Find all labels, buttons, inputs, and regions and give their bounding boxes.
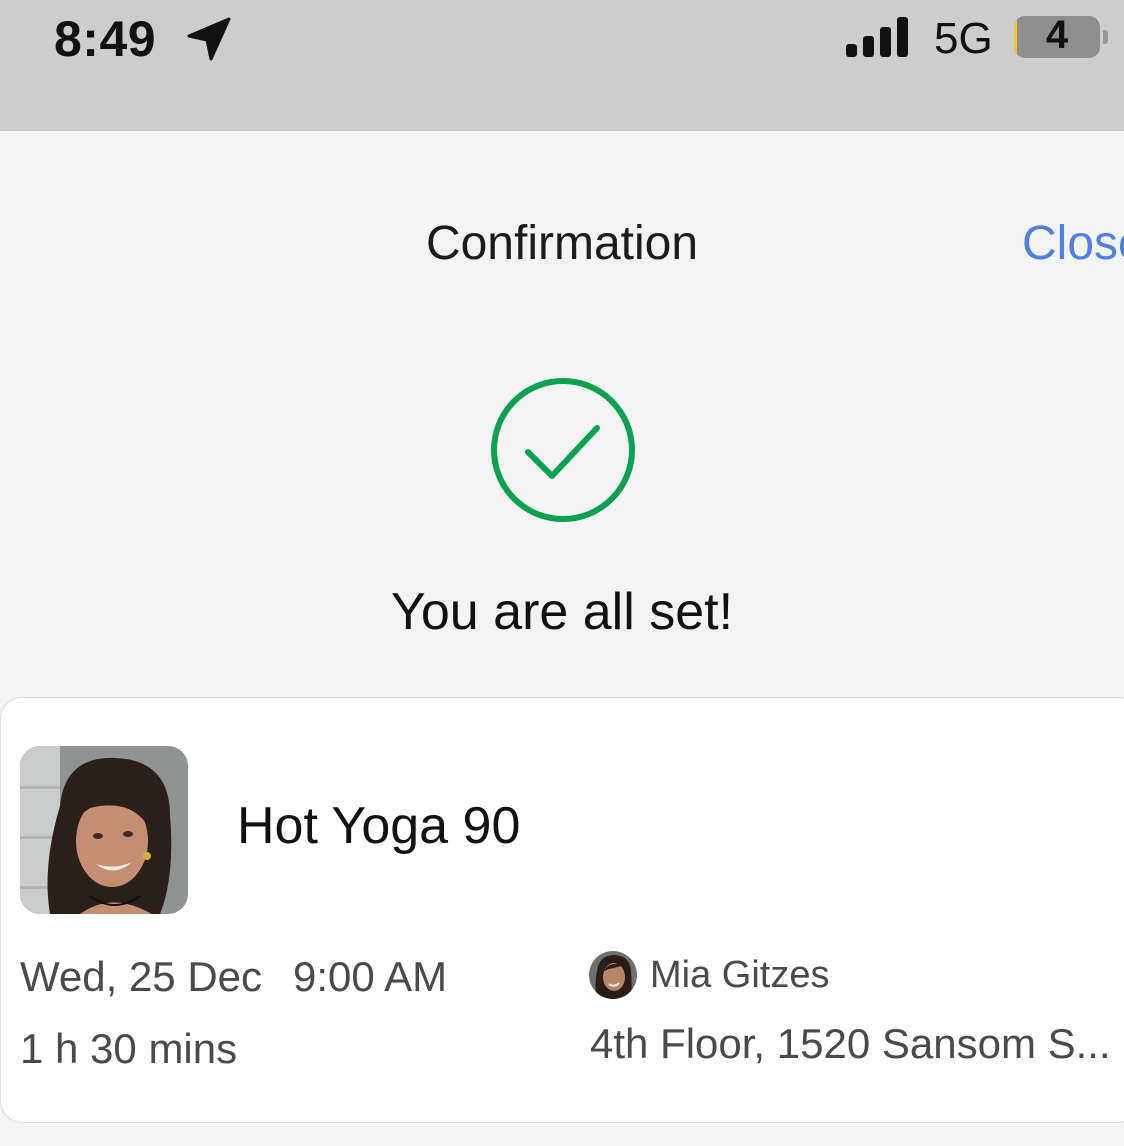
close-button[interactable]: Close xyxy=(1022,216,1124,271)
battery-cap xyxy=(1103,30,1108,44)
location-arrow-icon xyxy=(187,17,231,61)
class-location: 4th Floor, 1520 Sansom S... xyxy=(590,1020,1111,1067)
checkmark-circle-icon xyxy=(491,378,635,522)
battery-level: 4 xyxy=(1045,16,1069,57)
class-thumbnail xyxy=(20,746,188,914)
success-message: You are all set! xyxy=(390,583,734,641)
instructor-avatar xyxy=(589,951,637,999)
status-bar: 8:49 5G 4 xyxy=(0,0,1124,131)
class-time: 9:00 AM xyxy=(293,953,448,1000)
class-date: Wed, 25 Dec xyxy=(20,953,263,1000)
battery-indicator: 4 xyxy=(1014,16,1100,58)
network-type: 5G xyxy=(934,14,993,63)
cellular-signal-icon xyxy=(846,17,908,57)
page-title: Confirmation xyxy=(425,217,699,270)
class-duration: 1 h 30 mins xyxy=(20,1025,238,1072)
instructor-name: Mia Gitzes xyxy=(650,954,830,996)
status-time: 8:49 xyxy=(54,11,157,67)
class-name: Hot Yoga 90 xyxy=(237,797,521,855)
